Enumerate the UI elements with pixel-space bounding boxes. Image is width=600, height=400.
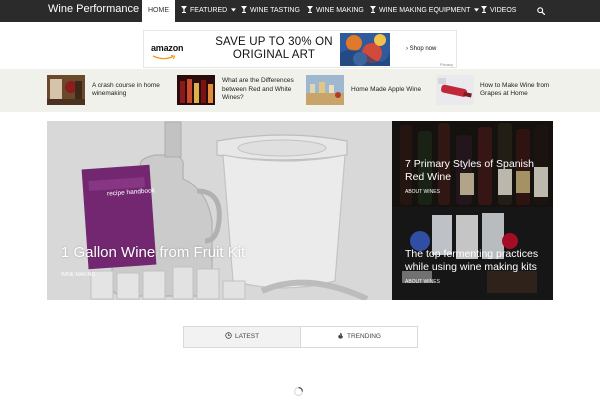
featured-post-main[interactable]: recipe handbook 1 Gallon Wine from Fruit… xyxy=(47,121,392,300)
nav-item-label: HOME xyxy=(148,7,169,14)
tab-latest[interactable]: LATEST xyxy=(184,327,301,347)
ad-headline: SAVE UP TO 30% ON ORIGINAL ART xyxy=(215,36,333,61)
tab-label: TRENDING xyxy=(347,333,381,340)
related-post-thumbnail xyxy=(306,75,344,105)
ad-art-image xyxy=(340,33,390,66)
nav-item-wine-tasting[interactable]: WINE TASTING xyxy=(241,0,300,22)
amazon-logo: amazon xyxy=(151,43,184,53)
featured-post-side: 7 Primary Styles of Spanish Red Wine ABO… xyxy=(392,121,553,300)
wine-glass-icon xyxy=(181,6,187,13)
ad-privacy-link[interactable]: Privacy xyxy=(440,62,453,67)
featured-post-image xyxy=(47,121,392,300)
site-logo[interactable]: Wine Performance xyxy=(48,3,139,15)
side-post-category[interactable]: ABOUT WINES xyxy=(405,189,440,195)
wine-glass-icon xyxy=(370,6,376,13)
search-button[interactable] xyxy=(528,0,552,22)
featured-post-category[interactable]: WINE MAKING xyxy=(61,272,95,278)
related-post-thumbnail xyxy=(436,75,474,105)
featured-post-title[interactable]: 1 Gallon Wine from Fruit Kit xyxy=(61,244,245,261)
loading-spinner-icon xyxy=(293,386,304,397)
related-post-thumbnail xyxy=(177,75,215,105)
search-icon xyxy=(537,7,545,15)
related-post-title: A crash course in home winemaking xyxy=(92,81,160,98)
nav-item-wine-making-equipment[interactable]: WINE MAKING EQUIPMENT xyxy=(370,0,480,22)
ad-shop-now-link[interactable]: › Shop now xyxy=(406,46,436,52)
caret-down-icon xyxy=(231,8,237,12)
caret-down-icon xyxy=(474,8,480,12)
wine-glass-icon xyxy=(307,6,313,13)
nav-item-wine-making[interactable]: WINE MAKING xyxy=(307,0,364,22)
nav-item-featured[interactable]: FEATURED xyxy=(181,0,237,22)
nav-item-label: WINE MAKING EQUIPMENT xyxy=(379,7,471,14)
post-tabs: LATEST TRENDING xyxy=(183,326,418,348)
side-post-title[interactable]: The top fermenting practices while using… xyxy=(405,248,550,274)
amazon-smile-icon xyxy=(152,55,176,60)
wine-glass-icon xyxy=(481,6,487,13)
nav-item-label: WINE MAKING xyxy=(316,7,364,14)
related-post-thumbnail xyxy=(47,75,85,105)
nav-item-label: VIDEOS xyxy=(490,7,517,14)
clock-icon xyxy=(225,332,232,339)
wine-glass-icon xyxy=(241,6,247,13)
tab-trending[interactable]: TRENDING xyxy=(301,327,417,347)
nav-item-label: FEATURED xyxy=(190,7,228,14)
nav-item-home[interactable]: HOME xyxy=(142,0,175,22)
fire-icon xyxy=(338,332,343,339)
nav-item-videos[interactable]: VIDEOS xyxy=(481,0,516,22)
ad-banner[interactable]: amazon SAVE UP TO 30% ON ORIGINAL ART › … xyxy=(143,30,457,68)
related-post-title: What are the Differences between Red and… xyxy=(222,77,294,102)
tab-label: LATEST xyxy=(234,333,260,340)
nav-item-label: WINE TASTING xyxy=(250,7,300,14)
side-post-title[interactable]: 7 Primary Styles of Spanish Red Wine xyxy=(405,158,550,184)
related-post-title: How to Make Wine from Grapes at Home xyxy=(480,81,550,98)
top-navbar: Wine Performance HOME FEATURED WINE TAST… xyxy=(0,0,600,22)
related-post-title: Home Made Apple Wine xyxy=(351,85,422,93)
side-post-category[interactable]: ABOUT WINES xyxy=(405,279,440,285)
